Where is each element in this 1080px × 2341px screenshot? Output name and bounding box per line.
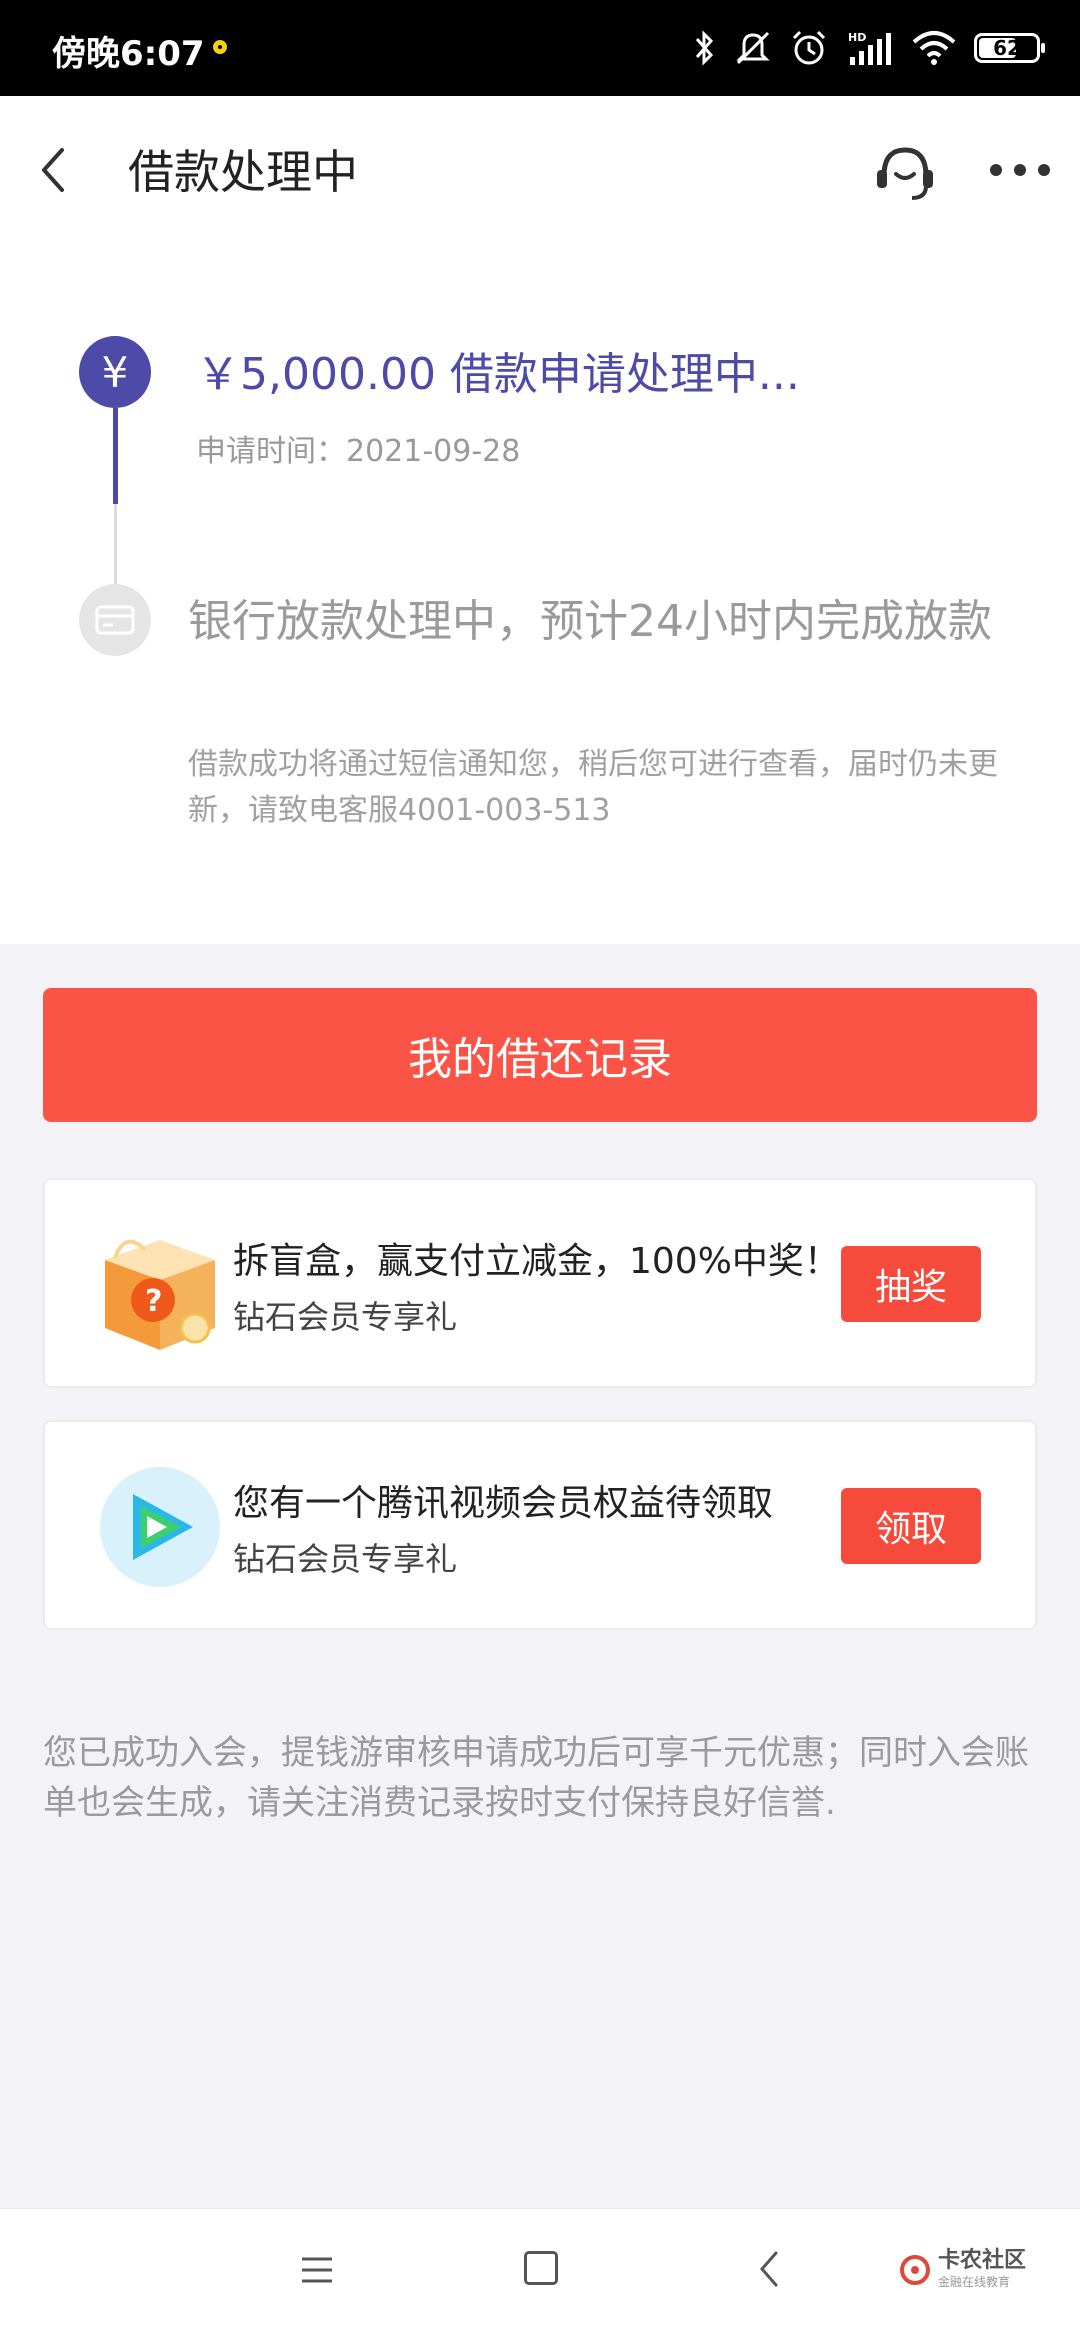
promo-subtitle: 钻石会员专享礼 [233,1540,458,1578]
more-icon[interactable] [988,154,1052,186]
svg-text:HD: HD [848,31,866,44]
bank-disbursement-desc: 借款成功将通过短信通知您，稍后您可进行查看，届时仍未更新，请致电客服4001-0… [188,747,998,828]
bluetooth-icon [695,30,714,66]
status-bar: 傍晚6:07 HD 62 [0,0,1080,96]
watermark: 卡农社区 金融在线教育 [900,2249,1026,2290]
status-time: 傍晚6:07 [52,34,205,74]
watermark-subtext: 金融在线教育 [938,2275,1011,2289]
promo-card-tencent-video[interactable]: 您有一个腾讯视频会员权益待领取 钻石会员专享礼 领取 [43,1420,1037,1630]
card-icon [79,584,151,656]
loan-records-button[interactable]: 我的借还记录 [43,988,1037,1122]
application-status-title: ￥5,000.00 借款申请处理中... [196,349,800,400]
kanong-logo-icon [900,2254,930,2285]
alarm-icon [792,30,826,65]
battery-icon: 62 [974,33,1045,63]
blind-box-icon: ? [105,1239,215,1350]
customer-service-icon[interactable] [872,140,938,206]
timeline-inactive [114,504,117,588]
hd-signal-icon: HD [848,31,891,65]
timeline-active [113,408,118,504]
promo-subtitle: 钻石会员专享礼 [233,1298,458,1336]
watermark-text: 卡农社区 [938,2248,1027,2273]
status-icons: HD 62 [694,22,1045,74]
loan-status-card: ¥ ￥5,000.00 借款申请处理中... 申请时间：2021-09-28 银… [0,246,1080,944]
system-nav-bar: 卡农社区 金融在线教育 [0,2208,1080,2341]
application-time: 申请时间：2021-09-28 [196,434,521,469]
app-header: 借款处理中 [0,96,1080,246]
back-icon[interactable] [758,2249,780,2289]
promo-title: 您有一个腾讯视频会员权益待领取 [233,1483,774,1524]
promo-card-blind-box[interactable]: ? 拆盲盒，赢支付立减金，100%中奖！ 钻石会员专享礼 抽奖 [43,1178,1037,1388]
home-icon[interactable] [524,2251,558,2285]
menu-icon[interactable] [300,2255,334,2285]
page-title: 借款处理中 [128,145,358,199]
lottery-button[interactable]: 抽奖 [841,1246,981,1322]
notification-dot-icon [213,40,227,54]
bank-disbursement-title: 银行放款处理中，预计24小时内完成放款 [188,596,992,647]
svg-text:?: ? [145,1284,162,1319]
battery-level: 62 [993,36,1021,60]
promo-title: 拆盲盒，赢支付立减金，100%中奖！ [233,1241,840,1282]
claim-button[interactable]: 领取 [841,1488,981,1564]
wifi-icon [912,31,956,65]
membership-footnote: 您已成功入会，提钱游审核申请成功后可享千元优惠；同时入会账单也会生成，请关注消费… [43,1733,1029,1823]
back-arrow-icon[interactable] [32,140,76,200]
mute-icon [736,31,770,65]
yuan-icon: ¥ [79,336,151,408]
tencent-video-icon [100,1467,220,1587]
